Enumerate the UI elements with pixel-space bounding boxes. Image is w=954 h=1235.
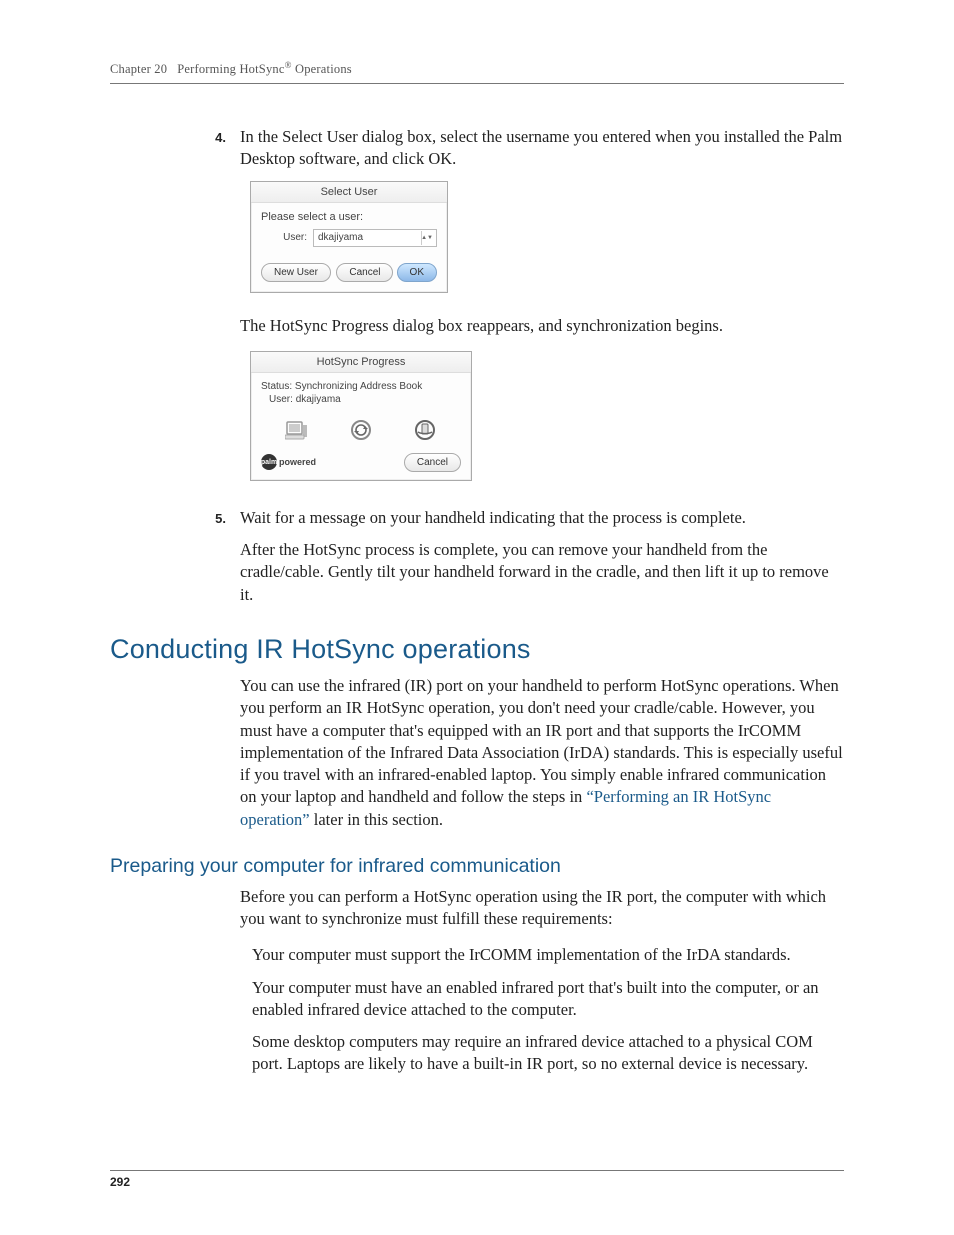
palm-logo-circle: palm [261,454,277,470]
after-select-user-text: The HotSync Progress dialog box reappear… [240,315,844,337]
section-paragraph: You can use the infrared (IR) port on yo… [240,675,844,831]
step-number: 4. [110,126,240,171]
section-para-after-link: later in this section. [310,810,443,829]
step-text: In the Select User dialog box, select th… [240,126,844,171]
user-label: User: [261,232,307,243]
dialog-title: HotSync Progress [251,352,471,373]
page-number: 292 [110,1170,844,1189]
section-heading: Conducting IR HotSync operations [110,634,844,665]
cancel-button[interactable]: Cancel [336,263,393,282]
ok-button[interactable]: OK [397,263,437,282]
palm-powered-logo: palm powered [261,454,316,470]
dialog-title: Select User [251,182,447,203]
chapter-label: Chapter 20 [110,62,167,76]
step-5: 5. Wait for a message on your handheld i… [110,507,844,529]
running-header: Chapter 20 Performing HotSync® Operation… [110,60,844,84]
chapter-title-suffix: Operations [292,62,352,76]
new-user-button[interactable]: New User [261,263,331,282]
status-line: Status: Synchronizing Address Book [261,381,461,392]
stepper-icon[interactable]: ▲▼ [421,231,432,245]
computer-icon [285,419,309,441]
user-label: User: [269,394,293,405]
requirement-item: Your computer must support the IrCOMM im… [252,944,844,966]
step-text: Wait for a message on your handheld indi… [240,507,844,529]
user-line: User: dkajiyama [269,394,461,405]
status-value: Synchronizing Address Book [295,381,422,392]
user-value: dkajiyama [296,394,341,405]
user-select-value: dkajiyama [318,232,363,243]
cancel-button[interactable]: Cancel [404,453,461,472]
hotsync-progress-dialog: HotSync Progress Status: Synchronizing A… [250,351,472,481]
select-user-dialog: Select User Please select a user: User: … [250,181,448,293]
subsection-intro: Before you can perform a HotSync operati… [240,886,844,931]
handheld-icon [413,419,437,441]
status-label: Status: [261,381,292,392]
step-4: 4. In the Select User dialog box, select… [110,126,844,171]
step-5-followup: After the HotSync process is complete, y… [240,539,844,606]
chapter-title: Performing HotSync [177,62,284,76]
user-select-input[interactable]: dkajiyama ▲▼ [313,229,437,247]
step-number: 5. [110,507,240,529]
requirement-item: Some desktop computers may require an in… [252,1031,844,1076]
select-user-prompt: Please select a user: [261,211,437,223]
requirement-item: Your computer must have an enabled infra… [252,977,844,1022]
subsection-heading: Preparing your computer for infrared com… [110,855,844,878]
powered-text: powered [279,457,316,467]
sync-icon [349,419,373,441]
registered-mark: ® [285,60,292,70]
